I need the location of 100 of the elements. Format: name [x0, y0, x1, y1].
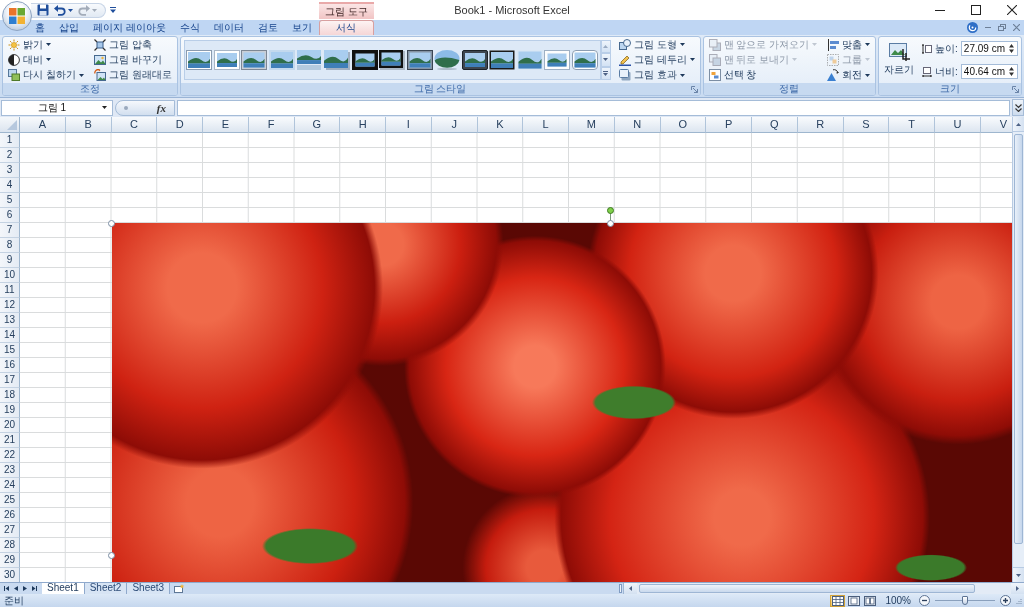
close-icon[interactable] — [1007, 5, 1017, 15]
landscape-thumbnail-icon[interactable] — [351, 50, 378, 70]
landscape-thumbnail-icon[interactable] — [379, 50, 406, 70]
row-header[interactable]: 27 — [0, 523, 20, 538]
cell-grid[interactable] — [20, 223, 112, 582]
expand-formula-button[interactable] — [1012, 99, 1024, 116]
landscape-thumbnail-icon[interactable] — [516, 50, 543, 70]
ribbon-tab[interactable]: 수식 — [172, 20, 207, 35]
splitter-handle[interactable] — [619, 584, 622, 593]
rotation-handle[interactable] — [606, 207, 614, 222]
insert-function-button[interactable]: fx — [115, 99, 175, 116]
dialog-launcher-icon[interactable] — [690, 85, 698, 93]
scroll-right-button[interactable] — [1011, 583, 1024, 594]
row-header[interactable]: 6 — [0, 208, 20, 223]
ribbon-button[interactable]: 선택 창 — [706, 68, 820, 83]
landscape-thumbnail-icon[interactable] — [323, 50, 350, 70]
landscape-thumbnail-icon[interactable] — [268, 50, 295, 70]
row-header[interactable]: 22 — [0, 448, 20, 463]
row-header[interactable]: 19 — [0, 403, 20, 418]
ring-icon[interactable] — [967, 22, 978, 33]
column-header[interactable]: B — [65, 117, 112, 133]
zoom-in-icon[interactable] — [1000, 595, 1011, 606]
landscape-thumbnail-icon[interactable] — [434, 50, 461, 70]
row-header[interactable]: 7 — [0, 223, 20, 238]
photo-placeholder[interactable] — [111, 223, 1012, 582]
column-header[interactable]: L — [523, 117, 569, 133]
row-header[interactable]: 20 — [0, 418, 20, 433]
column-header[interactable]: O — [660, 117, 707, 133]
landscape-thumbnail-icon[interactable] — [461, 50, 488, 70]
customize-icon[interactable] — [110, 7, 116, 13]
column-header[interactable]: I — [386, 117, 432, 133]
row-header[interactable]: 29 — [0, 553, 20, 568]
ribbon-button[interactable]: 대비 — [6, 53, 86, 67]
landscape-thumbnail-icon[interactable] — [296, 50, 323, 70]
column-header[interactable]: P — [706, 117, 752, 133]
previous-sheet-icon[interactable] — [14, 586, 18, 591]
row-header[interactable]: 17 — [0, 373, 20, 388]
row-header[interactable]: 21 — [0, 433, 20, 448]
ribbon-button[interactable]: 그림 효과 — [616, 68, 697, 83]
ribbon-button[interactable]: 다시 칠하기 — [6, 68, 86, 83]
ribbon-button[interactable]: 밝기 — [6, 37, 86, 52]
zoom-out-icon[interactable] — [919, 595, 930, 606]
crop-button[interactable]: 자르기 — [882, 37, 917, 83]
column-header[interactable]: J — [431, 117, 478, 133]
column-header[interactable]: Q — [752, 117, 798, 133]
row-header[interactable]: 4 — [0, 178, 20, 193]
row-header[interactable]: 16 — [0, 358, 20, 373]
ribbon-button[interactable]: 맞춤 — [825, 37, 873, 52]
dialog-launcher-icon[interactable] — [1012, 85, 1019, 93]
gallery-down-button[interactable] — [600, 53, 611, 67]
column-header[interactable]: M — [569, 117, 615, 133]
quick-access-button[interactable] — [54, 4, 73, 16]
column-header[interactable]: T — [889, 117, 935, 133]
ribbon-button[interactable]: 그림 도형 — [616, 37, 697, 52]
resize-handle[interactable] — [108, 219, 115, 227]
column-header[interactable]: H — [340, 117, 386, 133]
caret-icon[interactable] — [102, 106, 107, 109]
landscape-thumbnail-icon[interactable] — [186, 50, 213, 70]
column-header[interactable]: D — [157, 117, 203, 133]
view-button[interactable] — [846, 594, 862, 607]
row-header[interactable]: 2 — [0, 148, 20, 163]
row-header[interactable]: 8 — [0, 238, 20, 253]
cell-grid[interactable] — [20, 133, 1012, 223]
row-header[interactable]: 30 — [0, 568, 20, 582]
row-header[interactable]: 14 — [0, 328, 20, 343]
maximize-icon[interactable] — [971, 5, 981, 15]
row-header[interactable]: 26 — [0, 508, 20, 523]
row-header[interactable]: 13 — [0, 313, 20, 328]
minimize-icon[interactable] — [935, 9, 945, 11]
last-sheet-icon[interactable] — [32, 586, 37, 591]
gallery-more-button[interactable] — [600, 66, 611, 80]
column-header[interactable]: G — [294, 117, 341, 133]
zoom-level[interactable]: 100% — [885, 595, 911, 606]
ribbon-tab[interactable]: 보기 — [284, 20, 319, 35]
landscape-thumbnail-icon[interactable] — [544, 50, 571, 70]
spin-icon[interactable] — [1009, 67, 1014, 76]
row-header[interactable]: 10 — [0, 268, 20, 283]
column-header[interactable]: U — [935, 117, 981, 133]
view-button[interactable] — [862, 594, 878, 607]
formula-field[interactable] — [177, 99, 1010, 116]
scroll-down-button[interactable] — [1013, 567, 1024, 582]
row-header[interactable]: 18 — [0, 388, 20, 403]
row-header[interactable]: 28 — [0, 538, 20, 553]
scroll-up-button[interactable] — [1013, 117, 1024, 132]
ribbon-tab[interactable]: 서식 — [318, 20, 374, 35]
row-header[interactable]: 5 — [0, 193, 20, 208]
scroll-thumb[interactable] — [1014, 134, 1023, 544]
resize-handle[interactable] — [108, 551, 115, 559]
row-header[interactable]: 25 — [0, 493, 20, 508]
scroll-thumb[interactable] — [639, 584, 975, 593]
ribbon-tab[interactable]: 홈 — [28, 20, 52, 35]
landscape-thumbnail-icon[interactable] — [406, 50, 433, 70]
column-header[interactable]: R — [797, 117, 844, 133]
ribbon-button[interactable]: 그림 원래대로 — [91, 68, 174, 83]
row-header[interactable]: 11 — [0, 283, 20, 298]
row-header[interactable]: 9 — [0, 253, 20, 268]
row-header[interactable]: 24 — [0, 478, 20, 493]
column-header[interactable]: E — [203, 117, 249, 133]
column-header[interactable]: K — [477, 117, 524, 133]
next-sheet-icon[interactable] — [23, 586, 27, 591]
